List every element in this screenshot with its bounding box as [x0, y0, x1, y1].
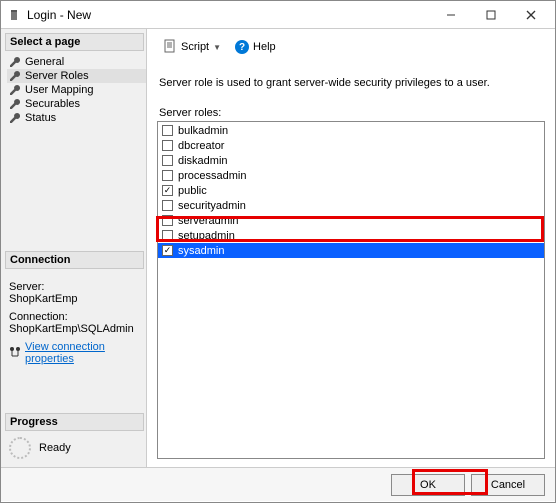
close-button[interactable] [511, 2, 551, 28]
role-sysadmin[interactable]: sysadmin [158, 243, 544, 258]
wrench-icon [9, 56, 21, 68]
role-diskadmin[interactable]: diskadmin [158, 153, 544, 168]
role-checkbox[interactable] [162, 155, 173, 166]
script-button[interactable]: Script ▼ [159, 37, 225, 58]
content-toolbar: Script ▼ ? Help [155, 35, 547, 59]
connection-header: Connection [5, 251, 144, 269]
server-value: ShopKartEmp [9, 293, 142, 305]
role-checkbox[interactable] [162, 215, 173, 226]
server-roles-listbox[interactable]: bulkadmin dbcreator diskadmin processadmin p… [157, 121, 545, 459]
sidebar-page-general[interactable]: General [7, 55, 146, 69]
sidebar-page-label: Securables [25, 98, 80, 110]
help-icon: ? [235, 40, 249, 54]
role-label: diskadmin [178, 155, 228, 167]
role-label: securityadmin [178, 200, 246, 212]
sidebar-page-server-roles[interactable]: Server Roles [7, 69, 146, 83]
role-checkbox[interactable] [162, 200, 173, 211]
progress-status: Ready [39, 442, 71, 454]
cancel-button[interactable]: Cancel [471, 474, 545, 496]
maximize-button[interactable] [471, 2, 511, 28]
role-label: sysadmin [178, 245, 224, 257]
select-page-header: Select a page [5, 33, 144, 51]
page-list: General Server Roles User Mapping Securable… [5, 53, 146, 133]
role-setupadmin[interactable]: setupadmin [158, 228, 544, 243]
sidebar-page-label: Status [25, 112, 56, 124]
minimize-button[interactable] [431, 2, 471, 28]
server-label: Server: [9, 281, 142, 293]
sidebar-page-user-mapping[interactable]: User Mapping [7, 83, 146, 97]
role-checkbox[interactable] [162, 245, 173, 256]
script-label: Script [181, 41, 209, 53]
sidebar-page-label: Server Roles [25, 70, 89, 82]
view-connection-properties-link[interactable]: View connection properties [25, 341, 142, 365]
sidebar-page-securables[interactable]: Securables [7, 97, 146, 111]
role-processadmin[interactable]: processadmin [158, 168, 544, 183]
role-checkbox[interactable] [162, 185, 173, 196]
role-bulkadmin[interactable]: bulkadmin [158, 123, 544, 138]
dialog-button-bar: OK Cancel [1, 467, 555, 501]
connection-label: Connection: [9, 311, 142, 323]
app-icon [7, 8, 21, 22]
sidebar: Select a page General Server Roles User Ma… [1, 29, 147, 467]
wrench-icon [9, 112, 21, 124]
help-button[interactable]: ? Help [231, 38, 280, 56]
content-panel: Script ▼ ? Help Server role is used to g… [147, 29, 555, 467]
role-serveradmin[interactable]: serveradmin [158, 213, 544, 228]
title-bar: Login - New [1, 1, 555, 29]
script-icon [163, 39, 177, 56]
server-roles-label: Server roles: [159, 107, 543, 119]
role-checkbox[interactable] [162, 125, 173, 136]
role-label: serveradmin [178, 215, 239, 227]
window-title: Login - New [27, 8, 431, 22]
role-dbcreator[interactable]: dbcreator [158, 138, 544, 153]
role-label: dbcreator [178, 140, 224, 152]
role-checkbox[interactable] [162, 140, 173, 151]
sidebar-page-label: General [25, 56, 64, 68]
chevron-down-icon: ▼ [213, 43, 221, 52]
role-checkbox[interactable] [162, 170, 173, 181]
role-checkbox[interactable] [162, 230, 173, 241]
ok-button[interactable]: OK [391, 474, 465, 496]
description-text: Server role is used to grant server-wide… [159, 77, 543, 89]
role-public[interactable]: public [158, 183, 544, 198]
role-label: bulkadmin [178, 125, 228, 137]
progress-spinner-icon [9, 437, 31, 459]
progress-header: Progress [5, 413, 144, 431]
connection-value: ShopKartEmp\SQLAdmin [9, 323, 142, 335]
role-label: public [178, 185, 207, 197]
wrench-icon [9, 84, 21, 96]
wrench-icon [9, 70, 21, 82]
sidebar-page-status[interactable]: Status [7, 111, 146, 125]
role-label: setupadmin [178, 230, 235, 242]
wrench-icon [9, 98, 21, 110]
role-securityadmin[interactable]: securityadmin [158, 198, 544, 213]
connection-icon [9, 346, 21, 361]
sidebar-page-label: User Mapping [25, 84, 93, 96]
role-label: processadmin [178, 170, 246, 182]
help-label: Help [253, 41, 276, 53]
